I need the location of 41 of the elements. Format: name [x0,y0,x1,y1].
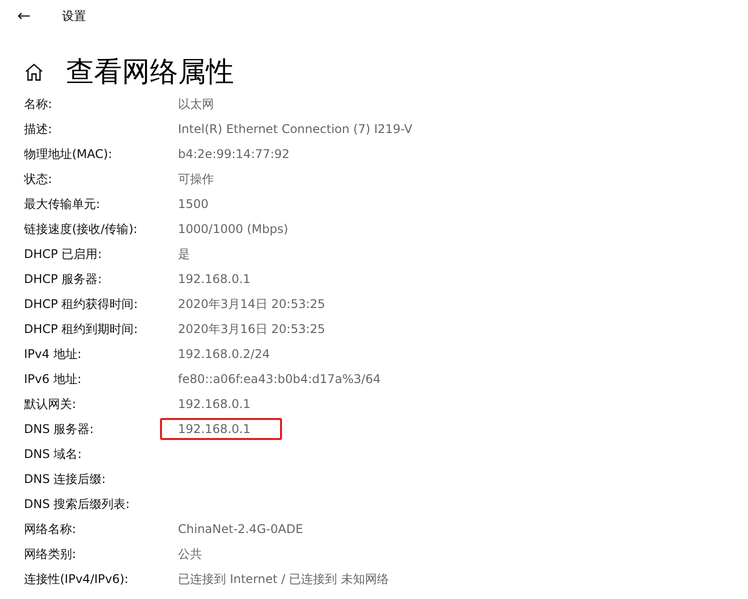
property-value: 公共 [177,546,203,562]
property-label: 链接速度(接收/传输): [24,220,138,238]
property-label: 最大传输单元: [24,196,102,212]
property-value: 2020年3月14日 20:53:25 [177,296,326,312]
back-button[interactable]: ← [14,8,34,24]
app-title: 设置 [62,8,86,25]
property-label: 物理地址(MAC): [24,146,114,162]
property-label: DNS 服务器: [24,420,95,438]
property-value: 以太网 [177,96,215,112]
property-value: 192.168.0.2/24 [177,346,271,362]
property-label: 描述: [24,120,54,138]
property-value: Intel(R) Ethernet Connection (7) I219-V [177,120,414,138]
property-label: 名称: [24,96,54,112]
property-label: DNS 域名: [24,446,83,462]
home-icon[interactable] [24,62,44,82]
property-value: fe80::a06f:ea43:b0b4:d17a%3/64 [177,370,382,388]
property-label: DNS 搜索后缀列表: [24,496,131,512]
page-title: 查看网络属性 [66,58,234,86]
property-value: 2020年3月16日 20:53:25 [177,320,326,338]
property-label: 默认网关: [24,396,78,412]
property-value: 可操作 [177,170,215,188]
property-label: DHCP 租约到期时间: [24,320,139,338]
property-label: DHCP 服务器: [24,270,103,288]
property-value: 1500 [177,196,210,212]
property-value: 192.168.0.1 [177,270,252,288]
property-label: DHCP 已启用: [24,246,103,262]
property-label: 网络类别: [24,546,78,562]
property-value: 已连接到 Internet / 已连接到 未知网络 [177,570,390,588]
property-value: ChinaNet-2.4G-0ADE [177,520,304,538]
property-label: 网络名称: [24,520,78,538]
property-label: IPv4 地址: [24,346,82,362]
property-label: IPv6 地址: [24,370,82,388]
property-label: 状态: [24,170,54,188]
property-value: 192.168.0.1 [177,396,252,412]
property-label: 连接性(IPv4/IPv6): [24,570,130,588]
property-value: b4:2e:99:14:77:92 [177,146,291,162]
property-value: 是 [177,246,191,262]
property-label: DNS 连接后缀: [24,470,107,488]
property-label: DHCP 租约获得时间: [24,296,139,312]
property-value: 1000/1000 (Mbps) [177,220,290,238]
property-value: 192.168.0.1 [160,418,282,440]
